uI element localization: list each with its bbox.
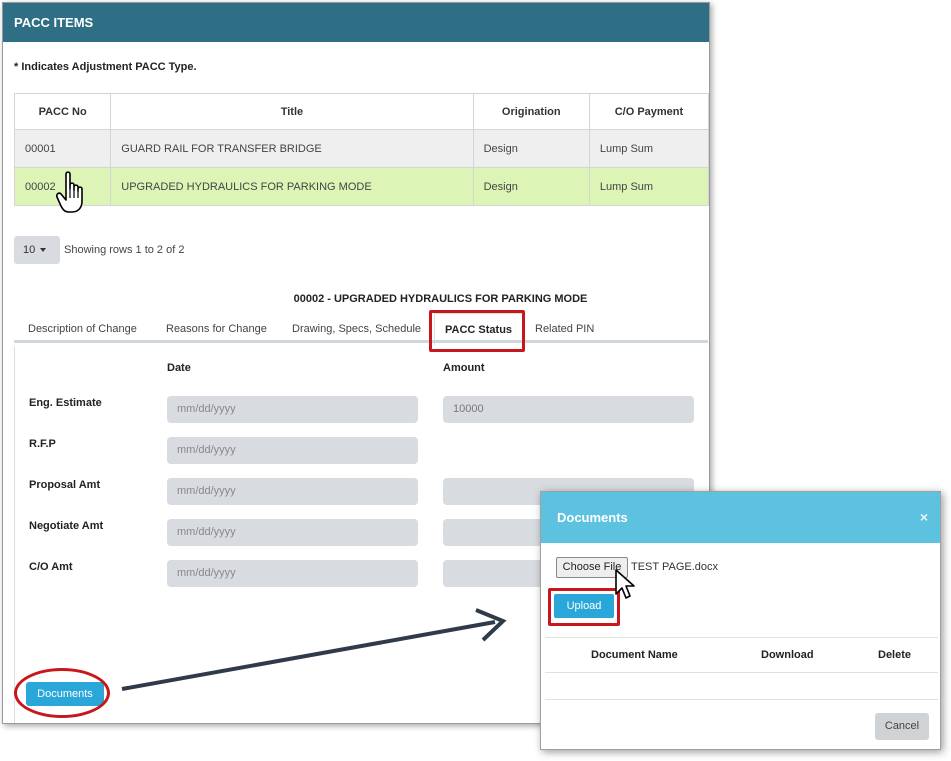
modal-title: Documents: [557, 510, 628, 525]
col-header-delete: Delete: [878, 649, 912, 661]
col-header-download: Download: [761, 649, 814, 661]
documents-empty-row: [545, 673, 938, 700]
close-icon[interactable]: ×: [920, 492, 928, 543]
cancel-button[interactable]: Cancel: [875, 713, 929, 740]
modal-header: Documents ×: [541, 492, 940, 543]
arrow-pointer-cursor-icon: [615, 569, 635, 599]
upload-highlight: [548, 588, 620, 626]
documents-table-header: Document Name Download Delete: [545, 638, 938, 673]
col-header-document-name: Document Name: [591, 649, 678, 661]
selected-file-name: TEST PAGE.docx: [631, 561, 719, 573]
documents-table: Document Name Download Delete: [545, 637, 938, 700]
